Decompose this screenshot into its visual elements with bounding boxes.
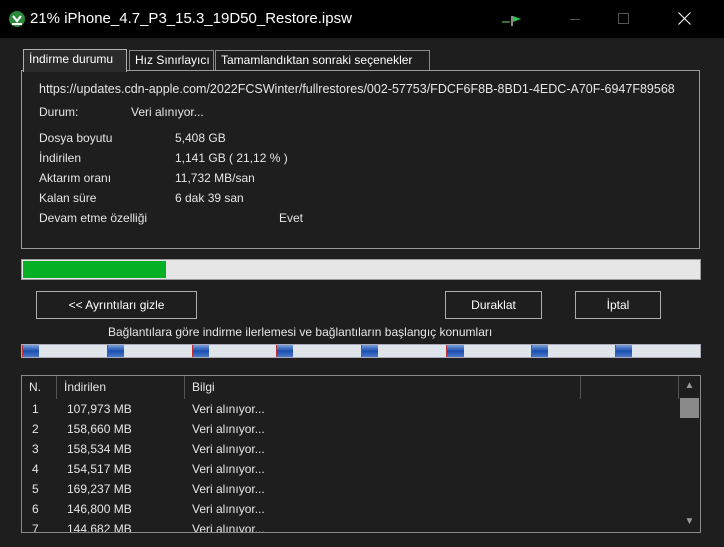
close-button[interactable] [660, 0, 710, 38]
download-status-panel: https://updates.cdn-apple.com/2022FCSWin… [21, 70, 700, 249]
pause-button[interactable]: Duraklat [445, 291, 542, 319]
file-size-value: 5,408 GB [175, 131, 226, 145]
table-row[interactable]: 5 169,237 MB Veri alınıyor... [22, 479, 679, 499]
resume-label: Devam etme özelliği [39, 211, 148, 225]
rate-label: Aktarım oranı [39, 171, 112, 185]
row-number: 5 [32, 482, 39, 496]
connections-caption: Bağlantılara göre indirme ilerlemesi ve … [108, 325, 493, 339]
tab-speed-limiter[interactable]: Hız Sınırlayıcı [129, 50, 214, 70]
row-info: Veri alınıyor... [192, 462, 265, 476]
column-header-number[interactable]: N. [22, 376, 57, 399]
table-row[interactable]: 3 158,534 MB Veri alınıyor... [22, 439, 679, 459]
row-info: Veri alınıyor... [192, 442, 265, 456]
table-row[interactable]: 7 144,682 MB Veri alınıyor... [22, 519, 679, 533]
row-info: Veri alınıyor... [192, 402, 265, 416]
hide-details-button[interactable]: << Ayrıntıları gizle [36, 291, 197, 319]
row-number: 3 [32, 442, 39, 456]
row-number: 6 [32, 502, 39, 516]
maximize-button[interactable] [600, 0, 646, 38]
resume-value: Evet [279, 211, 304, 225]
window-title: 21% iPhone_4.7_P3_15.3_19D50_Restore.ips… [30, 10, 352, 27]
tab-download-status[interactable]: İndirme durumu [23, 49, 127, 72]
status-value: Veri alınıyor... [131, 105, 204, 119]
row-downloaded: 146,800 MB [67, 502, 132, 516]
tab-after-completion[interactable]: Tamamlandıktan sonraki seçenekler [215, 50, 430, 70]
connection-progress-segment [107, 345, 124, 357]
remaining-value: 6 dak 39 san [175, 191, 244, 205]
column-header-info[interactable]: Bilgi [185, 376, 581, 399]
row-number: 1 [32, 402, 39, 416]
row-info: Veri alınıyor... [192, 482, 265, 496]
connection-progress-segment [362, 345, 378, 357]
row-downloaded: 158,660 MB [67, 422, 132, 436]
row-info: Veri alınıyor... [192, 522, 265, 533]
scroll-thumb[interactable] [680, 398, 699, 418]
connection-progress-segment [531, 345, 549, 357]
row-downloaded: 144,682 MB [67, 522, 132, 533]
connection-progress-segment [192, 345, 209, 357]
table-row[interactable]: 1 107,973 MB Veri alınıyor... [22, 399, 679, 419]
title-bar[interactable]: 21% iPhone_4.7_P3_15.3_19D50_Restore.ips… [0, 0, 724, 38]
downloaded-label: İndirilen [39, 151, 82, 165]
connection-progress-segment [23, 345, 39, 357]
row-number: 7 [32, 522, 39, 533]
table-row[interactable]: 2 158,660 MB Veri alınıyor... [22, 419, 679, 439]
column-header-empty [581, 376, 679, 399]
table-row[interactable]: 4 154,517 MB Veri alınıyor... [22, 459, 679, 479]
connection-progress-segment [446, 345, 464, 357]
rate-value: 11,732 MB/san [175, 171, 255, 185]
connection-progress-segment [277, 345, 294, 357]
connection-progress-segment [616, 345, 633, 357]
connections-table[interactable]: N. İndirilen Bilgi 1 107,973 MB Veri alını… [21, 375, 701, 533]
row-downloaded: 158,534 MB [67, 442, 132, 456]
cancel-button[interactable]: İptal [575, 291, 661, 319]
app-icon [9, 11, 25, 27]
table-header: N. İndirilen Bilgi [22, 376, 679, 399]
connections-progress-bar [21, 344, 701, 358]
minimize-button[interactable] [552, 0, 598, 38]
file-size-label: Dosya boyutu [39, 131, 113, 145]
flag-icon[interactable] [502, 15, 522, 27]
download-progress-bar [21, 259, 701, 280]
row-downloaded: 154,517 MB [67, 462, 132, 476]
downloaded-value: 1,141 GB ( 21,12 % ) [175, 151, 288, 165]
row-downloaded: 169,237 MB [67, 482, 132, 496]
row-number: 2 [32, 422, 39, 436]
row-number: 4 [32, 462, 39, 476]
row-info: Veri alınıyor... [192, 422, 265, 436]
row-downloaded: 107,973 MB [67, 402, 132, 416]
remaining-label: Kalan süre [39, 191, 97, 205]
row-info: Veri alınıyor... [192, 502, 265, 516]
table-row[interactable]: 6 146,800 MB Veri alınıyor... [22, 499, 679, 519]
scroll-down-icon[interactable]: ▼ [679, 512, 700, 532]
column-header-downloaded[interactable]: İndirilen [57, 376, 185, 399]
status-label: Durum: [39, 105, 79, 119]
scroll-up-icon[interactable]: ▲ [679, 376, 700, 396]
download-progress-fill [23, 261, 167, 278]
table-scrollbar[interactable]: ▲ ▼ [679, 376, 700, 532]
download-url: https://updates.cdn-apple.com/2022FCSWin… [39, 82, 675, 96]
